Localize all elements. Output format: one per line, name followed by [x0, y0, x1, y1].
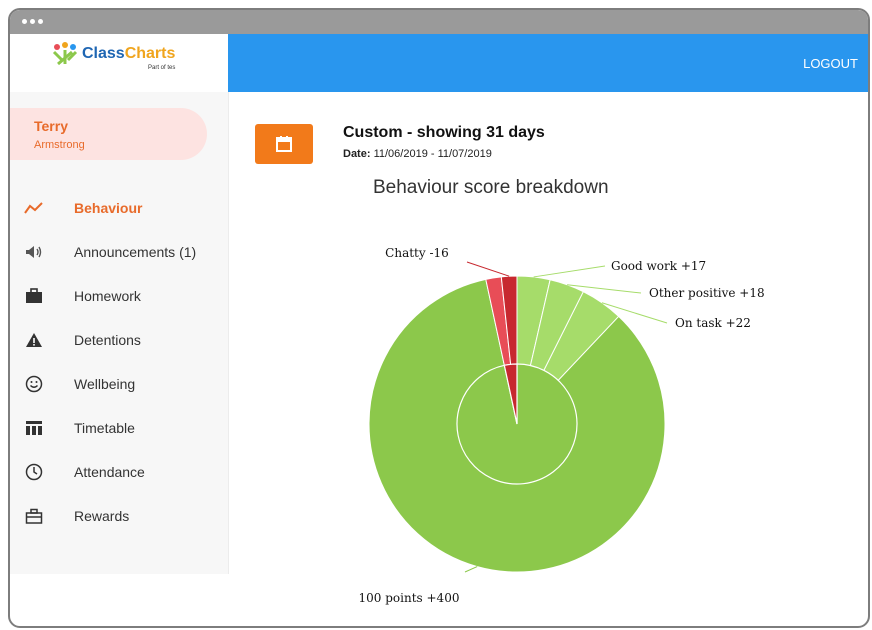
sidebar-item-label: Homework: [74, 288, 141, 304]
top-bar: LOGOUT: [228, 34, 868, 92]
logo-text: ClassCharts: [82, 45, 175, 63]
logo-text-charts: Charts: [124, 45, 176, 62]
sidebar-item-homework[interactable]: Homework: [10, 274, 228, 318]
sidebar-item-behaviour[interactable]: Behaviour: [10, 186, 228, 230]
window-titlebar: [10, 10, 868, 34]
sidebar-nav: Behaviour Announcements (1) Homework Det…: [10, 186, 228, 538]
sidebar-item-rewards[interactable]: Rewards: [10, 494, 228, 538]
sidebar-item-label: Rewards: [74, 508, 130, 524]
window-dot: [38, 19, 43, 24]
window-dot: [30, 19, 35, 24]
timetable-icon: [24, 418, 44, 438]
trend-line-icon: [24, 198, 44, 218]
app-window: ClassCharts Part of tes Terry Armstrong …: [8, 8, 870, 628]
user-card[interactable]: Terry Armstrong: [10, 108, 207, 160]
user-first-name: Terry: [34, 118, 68, 134]
sidebar-item-wellbeing[interactable]: Wellbeing: [10, 362, 228, 406]
sidebar-item-timetable[interactable]: Timetable: [10, 406, 228, 450]
sidebar-item-label: Detentions: [74, 332, 141, 348]
speaker-icon: [24, 242, 44, 262]
gift-box-icon: [24, 506, 44, 526]
sidebar: ClassCharts Part of tes Terry Armstrong …: [10, 34, 229, 574]
pie-slice-label: 100 points +400: [359, 591, 460, 605]
pie-slice-label: Chatty -16: [385, 246, 449, 260]
window-dot: [22, 19, 27, 24]
sidebar-item-attendance[interactable]: Attendance: [10, 450, 228, 494]
sidebar-item-label: Announcements (1): [74, 244, 197, 260]
logo-subtitle: Part of tes: [148, 65, 176, 71]
briefcase-icon: [24, 286, 44, 306]
pie-slice-label: On task +22: [675, 316, 751, 330]
clock-icon: [24, 462, 44, 482]
pie-leader-line: [533, 265, 606, 278]
window-dots: [22, 19, 43, 24]
logo-text-class: Class: [82, 45, 125, 62]
sidebar-item-label: Behaviour: [74, 200, 143, 216]
pie-slice-label: Good work +17: [611, 259, 706, 273]
sidebar-item-label: Timetable: [74, 420, 135, 436]
pie-leader-line: [466, 261, 510, 277]
user-last-name: Armstrong: [34, 139, 85, 151]
pie-leader-line: [464, 566, 478, 573]
main-content: Custom - showing 31 days Date: 11/06/201…: [229, 92, 868, 626]
classcharts-logo-icon: [52, 42, 78, 66]
warning-icon: [24, 330, 44, 350]
sidebar-item-announcements[interactable]: Announcements (1): [10, 230, 228, 274]
behaviour-pie-chart: Good work +17 Other positive +18 On task +…: [359, 246, 765, 605]
pie-slice-label: Other positive +18: [649, 286, 765, 300]
sidebar-item-label: Attendance: [74, 464, 145, 480]
sidebar-item-label: Wellbeing: [74, 376, 136, 392]
smiley-icon: [24, 374, 44, 394]
sidebar-item-detentions[interactable]: Detentions: [10, 318, 228, 362]
logout-button[interactable]: LOGOUT: [803, 56, 858, 71]
logo[interactable]: ClassCharts Part of tes: [10, 34, 228, 92]
